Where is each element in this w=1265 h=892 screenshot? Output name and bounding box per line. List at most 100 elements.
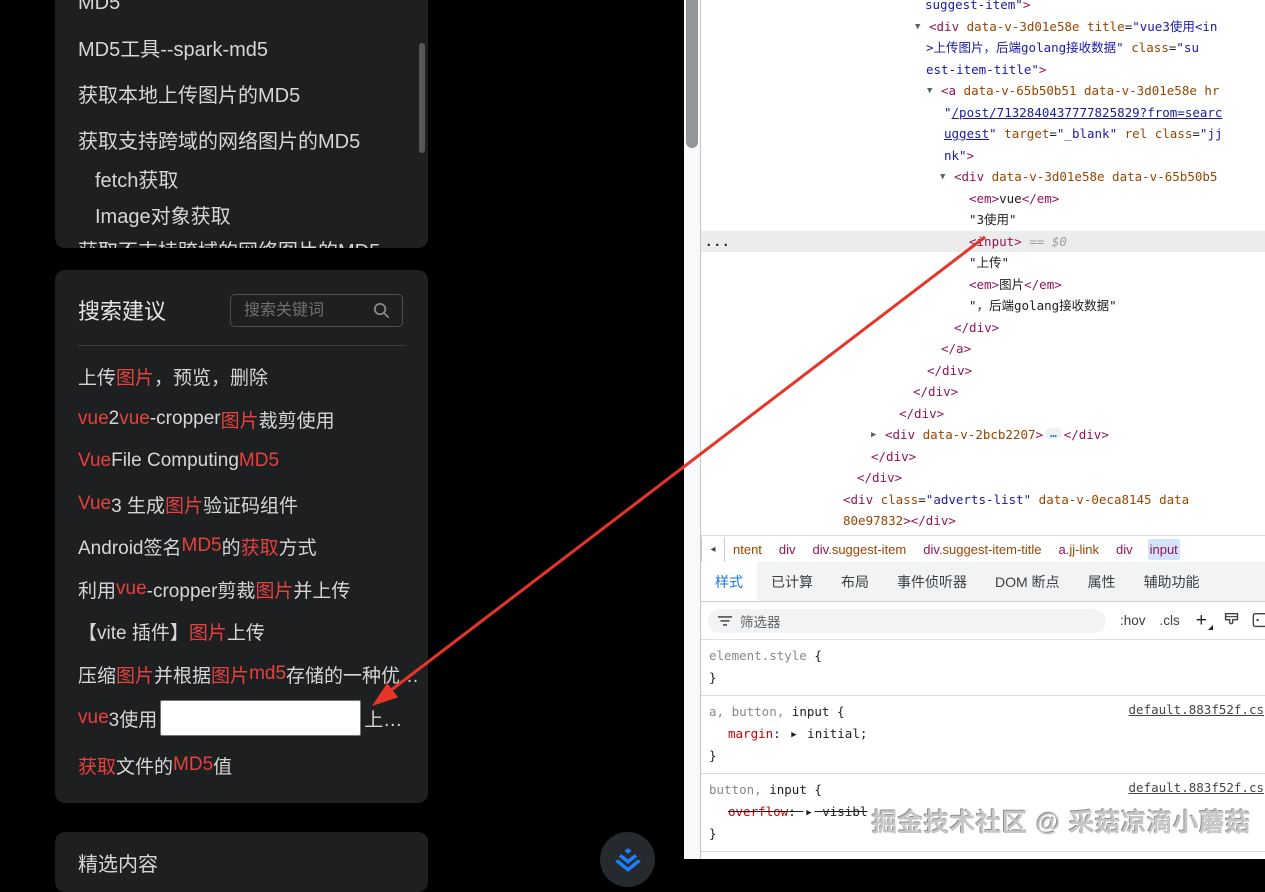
dom-tree-row[interactable]: </div> bbox=[701, 317, 1265, 339]
brush-icon[interactable] bbox=[1223, 612, 1240, 629]
toc-scrollbar[interactable] bbox=[419, 43, 425, 153]
stylesheet-link[interactable]: default.883f52f.cs bbox=[1129, 702, 1264, 717]
toc-item[interactable]: 获取支持跨域的网络图片的MD5 bbox=[78, 125, 360, 154]
dom-tree-row[interactable]: </div> bbox=[701, 360, 1265, 382]
style-rule: a, button, input {default.883f52f.csmarg… bbox=[701, 696, 1265, 774]
search-input[interactable] bbox=[242, 301, 356, 321]
screenshot-root: { "toc_panel": { "items": [ {"label":"MD… bbox=[0, 0, 1265, 859]
tab-active-item[interactable]: 样式 bbox=[701, 562, 757, 601]
dom-tree-row[interactable]: </a> bbox=[701, 338, 1265, 360]
style-rule: element.style {} bbox=[701, 640, 1265, 696]
styles-toolbar-controls: :hov .cls + bbox=[1106, 610, 1207, 632]
breadcrumb-item[interactable]: a.jj-link bbox=[1057, 539, 1101, 560]
suggestion-item[interactable]: vue3使用上… bbox=[78, 695, 418, 741]
breadcrumb-item[interactable]: div.suggest-item-title bbox=[921, 539, 1043, 560]
dom-tree-row[interactable]: uggest" target="_blank" rel class="jj bbox=[701, 123, 1265, 145]
suggestion-item[interactable]: 获取文件的MD5值 bbox=[78, 752, 418, 778]
suggestion-item[interactable]: 利用vue-cropper剪裁图片并上传 bbox=[78, 576, 418, 602]
suggestion-item[interactable]: Vue3 生成图片验证码组件 bbox=[78, 491, 418, 517]
tab-item[interactable]: 布局 bbox=[827, 562, 883, 601]
rule-selector[interactable]: element.style { bbox=[709, 645, 1258, 667]
collapse-arrow-icon[interactable]: ▼ bbox=[915, 17, 920, 38]
toc-item[interactable]: MD5工具--spark-md5 bbox=[78, 33, 268, 62]
breadcrumb-item[interactable]: div bbox=[777, 539, 798, 560]
magnifier-icon bbox=[372, 301, 391, 320]
suggest-panel-title: 搜索建议 bbox=[78, 294, 166, 326]
breadcrumb-item[interactable]: input bbox=[1148, 539, 1180, 560]
dom-tree-row[interactable]: "上传" bbox=[701, 252, 1265, 274]
stylesheet-link[interactable]: default.883f52f.cs bbox=[1129, 780, 1264, 795]
dom-tree-row[interactable]: "，后端golang接收数据" bbox=[701, 295, 1265, 317]
dom-tree-row[interactable]: </div> bbox=[701, 467, 1265, 489]
dom-tree-row[interactable]: >上传图片，后端golang接收数据" class="su bbox=[701, 37, 1265, 59]
page-text-input[interactable] bbox=[160, 700, 361, 736]
dom-tree-row[interactable]: <em>vue</em> bbox=[701, 188, 1265, 210]
toc-item[interactable]: 获取不支持跨域的网络图片的MD5 bbox=[78, 235, 380, 248]
css-property[interactable]: margin: ▶ initial; bbox=[709, 723, 1258, 745]
devtools-tab-bar: 样式已计算布局事件侦听器DOM 断点属性辅助功能 bbox=[701, 562, 1265, 602]
styles-toolbar: 筛选器 :hov .cls + bbox=[701, 602, 1265, 640]
styles-filter-field[interactable]: 筛选器 bbox=[708, 609, 1106, 633]
suggestion-item[interactable]: Android签名MD5的获取方式 bbox=[78, 533, 418, 559]
new-style-rule-button[interactable]: + bbox=[1196, 610, 1207, 632]
toolbar-toggle-cls[interactable]: .cls bbox=[1160, 613, 1180, 628]
divider bbox=[78, 345, 405, 346]
filter-icon bbox=[718, 615, 732, 627]
toc-item[interactable]: MD5 bbox=[78, 0, 120, 15]
breadcrumb-item[interactable]: div bbox=[1114, 539, 1135, 560]
suggestion-item[interactable]: 压缩图片并根据图片md5 存储的一种优… bbox=[78, 661, 418, 687]
sidebar-toggle-icon[interactable] bbox=[1252, 612, 1265, 629]
page-scrollbar[interactable] bbox=[684, 0, 700, 859]
search-box[interactable] bbox=[230, 294, 403, 327]
dom-tree-row[interactable]: <em>图片</em> bbox=[701, 274, 1265, 296]
dom-tree-row[interactable]: </div> bbox=[701, 381, 1265, 403]
tab-item[interactable]: 辅助功能 bbox=[1130, 562, 1214, 601]
tab-item[interactable]: DOM 断点 bbox=[981, 562, 1074, 601]
dom-tree-row[interactable]: </div> bbox=[701, 403, 1265, 425]
toc-item[interactable]: Image对象获取 bbox=[95, 200, 231, 229]
tab-item[interactable]: 已计算 bbox=[757, 562, 827, 601]
breadcrumb-item[interactable]: ntent bbox=[731, 539, 764, 560]
style-rule: button, input, select, textarea {default… bbox=[701, 852, 1265, 859]
collapse-arrow-icon[interactable]: ▼ bbox=[927, 81, 932, 102]
dom-tree-row[interactable]: 80e97832></div> bbox=[701, 510, 1265, 532]
breadcrumb-back-button[interactable]: ◂ bbox=[701, 537, 725, 562]
devtools-panel: suggest-item">▼<div data-v-3d01e58e titl… bbox=[700, 0, 1265, 859]
rule-close-brace: } bbox=[709, 667, 1258, 689]
juejin-float-button[interactable] bbox=[600, 832, 655, 887]
dom-tree-row[interactable]: <div class="adverts-list" data-v-0eca814… bbox=[701, 489, 1265, 511]
page-scrollbar-thumb[interactable] bbox=[686, 0, 698, 148]
tab-item[interactable]: 事件侦听器 bbox=[883, 562, 981, 601]
dom-tree-row[interactable]: ...<input> == $0 bbox=[701, 231, 1265, 253]
watermark-text: 掘金技术社区 @ 采菇凉滴小蘑菇 bbox=[872, 803, 1251, 839]
dom-tree-row[interactable]: "/post/7132840437777825829?from=searc bbox=[701, 102, 1265, 124]
elements-tree: suggest-item">▼<div data-v-3d01e58e titl… bbox=[701, 0, 1265, 532]
suggestion-item[interactable]: vue2 vue-cropper图片裁剪使用 bbox=[78, 406, 418, 432]
expand-arrow-icon[interactable]: ▶ bbox=[871, 425, 876, 446]
dom-tree-row[interactable]: </div> bbox=[701, 446, 1265, 468]
dom-tree-row[interactable]: ▼<a data-v-65b50b51 data-v-3d01e58e hr bbox=[701, 80, 1265, 102]
toolbar-toggle-hov[interactable]: :hov bbox=[1120, 613, 1146, 628]
elements-breadcrumb: ◂ ntent div div.suggest-item div.suggest-it… bbox=[701, 535, 1265, 563]
dom-tree-row[interactable]: est-item-title"> bbox=[701, 59, 1265, 81]
dom-tree-row[interactable]: ▼<div data-v-3d01e58e title="vue3使用<in bbox=[701, 16, 1265, 38]
juejin-logo bbox=[613, 846, 643, 874]
collapse-arrow-icon[interactable]: ▼ bbox=[940, 167, 945, 188]
filter-placeholder: 筛选器 bbox=[740, 611, 781, 631]
suggestion-item[interactable]: 【vite 插件】图片上传 bbox=[78, 618, 418, 644]
breadcrumb-item[interactable]: div.suggest-item bbox=[811, 539, 909, 560]
suggestion-item[interactable]: 上传图片，预览，删除 bbox=[78, 363, 418, 389]
dom-tree-row[interactable]: ▼<div data-v-3d01e58e data-v-65b50b5 bbox=[701, 166, 1265, 188]
dom-tree-row[interactable]: nk"> bbox=[701, 145, 1265, 167]
row-menu-icon[interactable]: ... bbox=[705, 231, 731, 253]
toc-item[interactable]: 获取本地上传图片的MD5 bbox=[78, 79, 300, 108]
toc-item[interactable]: fetch获取 bbox=[95, 164, 178, 193]
tab-item[interactable]: 属性 bbox=[1074, 562, 1130, 601]
search-suggest-panel: 搜索建议 上传图片，预览，删除 vue2 vue-cropper图片裁剪使用 Vue… bbox=[55, 270, 428, 803]
rule-close-brace: } bbox=[709, 745, 1258, 767]
article-toc-panel: MD5 MD5工具--spark-md5 获取本地上传图片的MD5 获取支持跨域的网络… bbox=[55, 0, 428, 248]
dom-tree-row[interactable]: ▶<div data-v-2bcb2207>…</div> bbox=[701, 424, 1265, 446]
suggestion-item[interactable]: Vue File Computing MD5 bbox=[78, 448, 418, 474]
dom-tree-row[interactable]: suggest-item"> bbox=[701, 0, 1265, 16]
dom-tree-row[interactable]: "3使用" bbox=[701, 209, 1265, 231]
